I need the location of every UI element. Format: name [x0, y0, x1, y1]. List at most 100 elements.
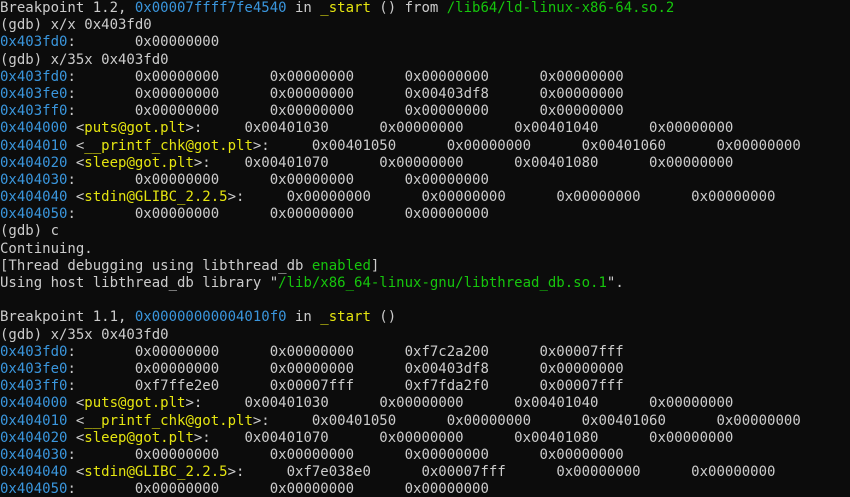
terminal-line: 0x403fe0: 0x00000000 0x00000000 0x00403d… [0, 86, 850, 103]
terminal-text-plain: : 0x00000000 0x00000000 0x00000000 [67, 481, 489, 497]
terminal-text-plain: >: 0x00401050 0x00000000 0x00401060 0x00… [252, 412, 801, 429]
terminal-text-plain: () [370, 309, 397, 326]
terminal-text-plain: in [286, 0, 321, 16]
terminal-text-addr: 0x404030 [0, 171, 68, 188]
terminal-text-plain: >: 0xf7e038e0 0x00007fff 0x00000000 0x00… [227, 464, 776, 481]
terminal-text-plain: : 0x00000000 0x00000000 0x00000000 [67, 206, 489, 223]
terminal-text-sym: stdin@GLIBC_2.2.5 [84, 189, 228, 206]
terminal-text-plain: < [67, 137, 85, 154]
terminal-text-path: /lib64/ld-linux-x86-64.so.2 [446, 0, 675, 16]
terminal-text-addr: 0x404000 [0, 395, 68, 412]
terminal-text-plain: >: 0x00401050 0x00000000 0x00401060 0x00… [252, 137, 801, 154]
terminal-line: 0x404040 <stdin@GLIBC_2.2.5>: 0x00000000… [0, 189, 850, 206]
terminal-text-plain: >: 0x00401030 0x00000000 0x00401040 0x00… [185, 120, 734, 137]
terminal-text-plain: ] [370, 257, 380, 274]
terminal-line: 0x403fe0: 0x00000000 0x00000000 0x00403d… [0, 361, 850, 378]
terminal-text-plain: : 0x00000000 0x00000000 0x00000000 0x000… [67, 446, 624, 463]
terminal-text-sym: __printf_chk@got.plt [84, 137, 253, 154]
terminal-text-addr: 0x404050 [0, 481, 68, 497]
terminal-text-kw: enabled [311, 257, 371, 274]
terminal-text-addr: 0x404020 [0, 429, 68, 446]
terminal-text-path: /lib/x86_64-linux-gnu/libthread_db.so.1 [278, 275, 607, 291]
terminal-text-plain: ". [606, 275, 624, 291]
terminal-text-plain: in [286, 309, 321, 326]
terminal-text-addr: 0x403ff0 [0, 378, 68, 395]
terminal-text-plain: : 0x00000000 0x00000000 0x00000000 0x000… [67, 68, 624, 85]
terminal-text-sym: stdin@GLIBC_2.2.5 [84, 464, 228, 481]
terminal-line: (gdb) x/x 0x403fd0 [0, 17, 850, 34]
terminal-text-func: _start [320, 0, 371, 16]
terminal-text-plain: < [67, 464, 85, 481]
terminal-line: 0x404020 <sleep@got.plt>: 0x00401070 0x0… [0, 430, 850, 447]
terminal-line: Breakpoint 1.2, 0x00007ffff7fe4540 in _s… [0, 0, 850, 17]
terminal-text-sym: sleep@got.plt [84, 154, 194, 171]
terminal-text-plain: : 0x00000000 0x00000000 0x00403df8 0x000… [67, 360, 624, 377]
terminal-text-plain: >: 0x00000000 0x00000000 0x00000000 0x00… [227, 189, 776, 206]
terminal-text-plain: < [67, 189, 85, 206]
terminal-text-func: _start [320, 309, 371, 326]
terminal-text-addr: 0x404000 [0, 120, 68, 137]
terminal-line: 0x404040 <stdin@GLIBC_2.2.5>: 0xf7e038e0… [0, 464, 850, 481]
terminal-text-sym: puts@got.plt [84, 120, 186, 137]
terminal-line: 0x404010 <__printf_chk@got.plt>: 0x00401… [0, 413, 850, 430]
terminal-text-addr: 0x404040 [0, 464, 68, 481]
terminal-text-sym: sleep@got.plt [84, 429, 194, 446]
terminal-text-plain: : 0x00000000 0x00000000 0x00403df8 0x000… [67, 85, 624, 102]
terminal-text-plain: < [67, 120, 85, 137]
terminal-line: 0x403fd0: 0x00000000 0x00000000 0xf7c2a2… [0, 344, 850, 361]
terminal-line: 0x403ff0: 0x00000000 0x00000000 0x000000… [0, 103, 850, 120]
terminal-line: 0x404030: 0x00000000 0x00000000 0x000000… [0, 447, 850, 464]
terminal-line: 0x404000 <puts@got.plt>: 0x00401030 0x00… [0, 120, 850, 137]
terminal-line: Continuing. [0, 241, 850, 258]
terminal-text-addr: 0x404030 [0, 446, 68, 463]
terminal-text-plain: : 0x00000000 [67, 34, 220, 51]
terminal-text-plain: : 0x00000000 0x00000000 0x00000000 0x000… [67, 103, 624, 120]
terminal-text-addr: 0x403fd0 [0, 68, 68, 85]
terminal-text-addr: 0x403fe0 [0, 360, 68, 377]
terminal-line: 0x403fd0: 0x00000000 0x00000000 0x000000… [0, 69, 850, 86]
terminal-text-plain: < [67, 429, 85, 446]
terminal-text-plain: (gdb) x/35x 0x403fd0 [0, 51, 169, 68]
terminal-text-addr: 0x403ff0 [0, 103, 68, 120]
terminal-line: (gdb) x/35x 0x403fd0 [0, 327, 850, 344]
terminal-line: 0x404020 <sleep@got.plt>: 0x00401070 0x0… [0, 155, 850, 172]
terminal-text-plain: Using host libthread_db library " [0, 275, 279, 291]
terminal-text-plain: [Thread debugging using libthread_db [0, 257, 312, 274]
terminal-text-plain: < [67, 412, 85, 429]
terminal-text-plain: : 0x00000000 0x00000000 0x00000000 [67, 171, 489, 188]
terminal-line: 0x403fd0: 0x00000000 [0, 34, 850, 51]
terminal-text-plain: (gdb) x/x 0x403fd0 [0, 17, 152, 34]
terminal-output[interactable]: Breakpoint 1.2, 0x00007ffff7fe4540 in _s… [0, 0, 850, 497]
terminal-text-addr: 0x403fe0 [0, 85, 68, 102]
terminal-line: 0x404050: 0x00000000 0x00000000 0x000000… [0, 481, 850, 497]
terminal-text-plain: Breakpoint 1.2, [0, 0, 135, 16]
terminal-text-plain: < [67, 154, 85, 171]
terminal-text-sym: puts@got.plt [84, 395, 186, 412]
terminal-line: (gdb) c [0, 223, 850, 240]
terminal-text-plain: (gdb) x/35x 0x403fd0 [0, 326, 169, 343]
terminal-text-addr: 0x404040 [0, 189, 68, 206]
terminal-line: 0x404050: 0x00000000 0x00000000 0x000000… [0, 206, 850, 223]
terminal-text-plain: : 0xf7ffe2e0 0x00007fff 0xf7fda2f0 0x000… [67, 378, 624, 395]
terminal-text-plain: : 0x00000000 0x00000000 0xf7c2a200 0x000… [67, 343, 624, 360]
terminal-line: 0x404030: 0x00000000 0x00000000 0x000000… [0, 172, 850, 189]
terminal-text-addr: 0x404010 [0, 412, 68, 429]
terminal-text-addr: 0x00000000004010f0 [134, 309, 287, 326]
terminal-text-plain: () from [370, 0, 447, 16]
terminal-text-plain: >: 0x00401070 0x00000000 0x00401080 0x00… [193, 429, 734, 446]
terminal-text-sym: __printf_chk@got.plt [84, 412, 253, 429]
terminal-line: Breakpoint 1.1, 0x00000000004010f0 in _s… [0, 309, 850, 326]
terminal-text-addr: 0x00007ffff7fe4540 [134, 0, 287, 16]
terminal-text-addr: 0x403fd0 [0, 34, 68, 51]
terminal-line: [Thread debugging using libthread_db ena… [0, 258, 850, 275]
terminal-text-addr: 0x404050 [0, 206, 68, 223]
terminal-text-plain: Continuing. [0, 240, 93, 257]
terminal-text-addr: 0x404010 [0, 137, 68, 154]
terminal-text-plain: < [67, 395, 85, 412]
terminal-line: (gdb) x/35x 0x403fd0 [0, 52, 850, 69]
terminal-line: 0x404000 <puts@got.plt>: 0x00401030 0x00… [0, 395, 850, 412]
terminal-text-plain: >: 0x00401030 0x00000000 0x00401040 0x00… [185, 395, 734, 412]
terminal-line: Using host libthread_db library "/lib/x8… [0, 275, 850, 292]
terminal-text-plain: >: 0x00401070 0x00000000 0x00401080 0x00… [193, 154, 734, 171]
